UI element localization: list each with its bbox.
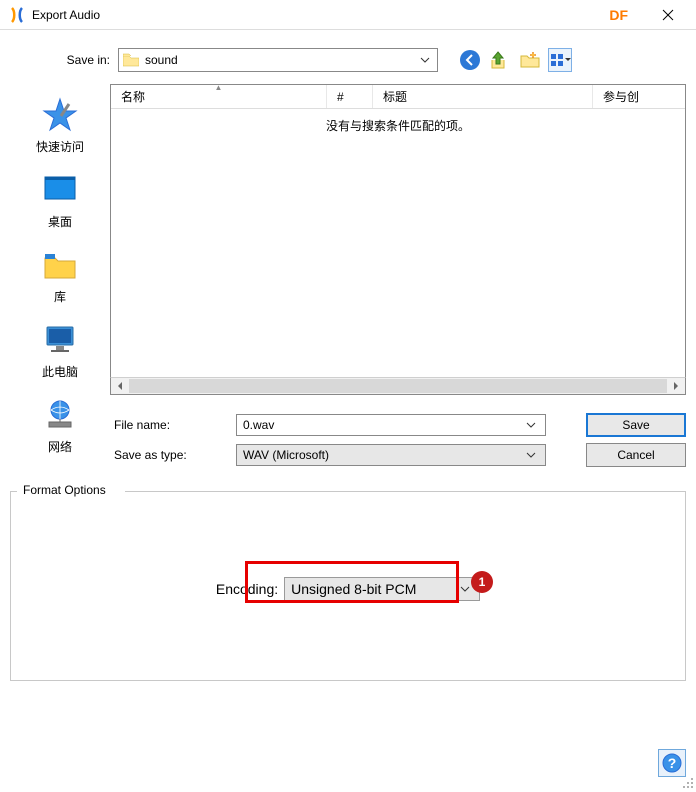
new-folder-icon bbox=[520, 50, 540, 70]
back-arrow-icon bbox=[459, 49, 481, 71]
horizontal-scrollbar[interactable] bbox=[110, 377, 686, 395]
column-name[interactable]: 名称 ▲ bbox=[111, 85, 327, 108]
save-in-label: Save in: bbox=[10, 53, 118, 67]
help-icon: ? bbox=[662, 753, 682, 773]
back-button[interactable] bbox=[458, 48, 482, 72]
format-legend: Format Options bbox=[19, 483, 110, 497]
filename-value: 0.wav bbox=[243, 418, 523, 432]
save-in-combo[interactable]: sound bbox=[118, 48, 438, 72]
resize-grip[interactable] bbox=[682, 777, 694, 789]
place-label: 桌面 bbox=[48, 213, 72, 230]
scroll-track[interactable] bbox=[129, 379, 667, 393]
help-button[interactable]: ? bbox=[658, 749, 686, 777]
close-icon bbox=[662, 9, 674, 21]
chevron-down-icon bbox=[417, 57, 433, 63]
save-button[interactable]: Save bbox=[586, 413, 686, 437]
chevron-down-icon bbox=[565, 58, 571, 62]
place-label: 网络 bbox=[48, 438, 72, 455]
quick-access-icon bbox=[41, 96, 79, 134]
close-button[interactable] bbox=[648, 1, 688, 29]
place-libraries[interactable]: 库 bbox=[10, 238, 110, 313]
scroll-right-arrow[interactable] bbox=[667, 377, 685, 395]
svg-text:?: ? bbox=[668, 755, 677, 771]
place-quick-access[interactable]: 快速访问 bbox=[10, 88, 110, 163]
save-as-type-combo[interactable]: WAV (Microsoft) bbox=[236, 444, 546, 466]
save-in-value: sound bbox=[145, 53, 417, 67]
view-menu-button[interactable] bbox=[548, 48, 572, 72]
save-as-type-label: Save as type: bbox=[110, 448, 236, 462]
empty-message: 没有与搜索条件匹配的项。 bbox=[326, 117, 470, 134]
place-label: 库 bbox=[54, 288, 66, 305]
filename-row: File name: 0.wav Save bbox=[110, 413, 686, 437]
place-label: 快速访问 bbox=[36, 138, 84, 155]
chevron-down-icon bbox=[457, 586, 473, 592]
libraries-icon bbox=[41, 246, 79, 284]
view-grid-icon bbox=[550, 53, 564, 67]
encoding-combo[interactable]: Unsigned 8-bit PCM bbox=[284, 577, 480, 601]
place-this-pc[interactable]: 此电脑 bbox=[10, 313, 110, 388]
file-list[interactable]: 名称 ▲ # 标题 参与创 没有与搜索条件匹配的项。 bbox=[110, 84, 686, 377]
save-in-row: Save in: sound bbox=[10, 40, 686, 80]
column-contributor[interactable]: 参与创 bbox=[593, 85, 685, 108]
cancel-button[interactable]: Cancel bbox=[586, 443, 686, 467]
encoding-value: Unsigned 8-bit PCM bbox=[291, 581, 457, 597]
encoding-row: Encoding: Unsigned 8-bit PCM bbox=[11, 569, 685, 609]
place-label: 此电脑 bbox=[42, 363, 78, 380]
up-arrow-icon bbox=[490, 50, 510, 70]
encoding-label: Encoding: bbox=[216, 581, 278, 597]
scroll-left-arrow[interactable] bbox=[111, 377, 129, 395]
places-sidebar: 快速访问 桌面 库 此电脑 bbox=[10, 84, 110, 467]
titlebar: Export Audio DF bbox=[0, 0, 696, 30]
chevron-down-icon bbox=[523, 452, 539, 458]
filename-input[interactable]: 0.wav bbox=[236, 414, 546, 436]
desktop-icon bbox=[41, 171, 79, 209]
save-as-type-row: Save as type: WAV (Microsoft) Cancel bbox=[110, 443, 686, 467]
sort-asc-icon: ▲ bbox=[215, 84, 223, 92]
file-list-header: 名称 ▲ # 标题 参与创 bbox=[111, 85, 685, 109]
chevron-down-icon bbox=[523, 422, 539, 428]
window-title: Export Audio bbox=[32, 8, 609, 22]
this-pc-icon bbox=[41, 321, 79, 359]
format-options-group: Format Options Encoding: Unsigned 8-bit … bbox=[10, 491, 686, 681]
column-number[interactable]: # bbox=[327, 85, 373, 108]
column-title[interactable]: 标题 bbox=[373, 85, 593, 108]
file-list-body: 没有与搜索条件匹配的项。 bbox=[111, 109, 685, 377]
up-button[interactable] bbox=[488, 48, 512, 72]
network-icon bbox=[41, 396, 79, 434]
place-network[interactable]: 网络 bbox=[10, 388, 110, 463]
app-icon bbox=[8, 6, 26, 24]
folder-icon bbox=[123, 53, 139, 67]
save-as-type-value: WAV (Microsoft) bbox=[243, 448, 523, 462]
place-desktop[interactable]: 桌面 bbox=[10, 163, 110, 238]
new-folder-button[interactable] bbox=[518, 48, 542, 72]
annotation-badge: 1 bbox=[471, 571, 493, 593]
df-tag: DF bbox=[609, 7, 628, 23]
filename-label: File name: bbox=[110, 418, 236, 432]
